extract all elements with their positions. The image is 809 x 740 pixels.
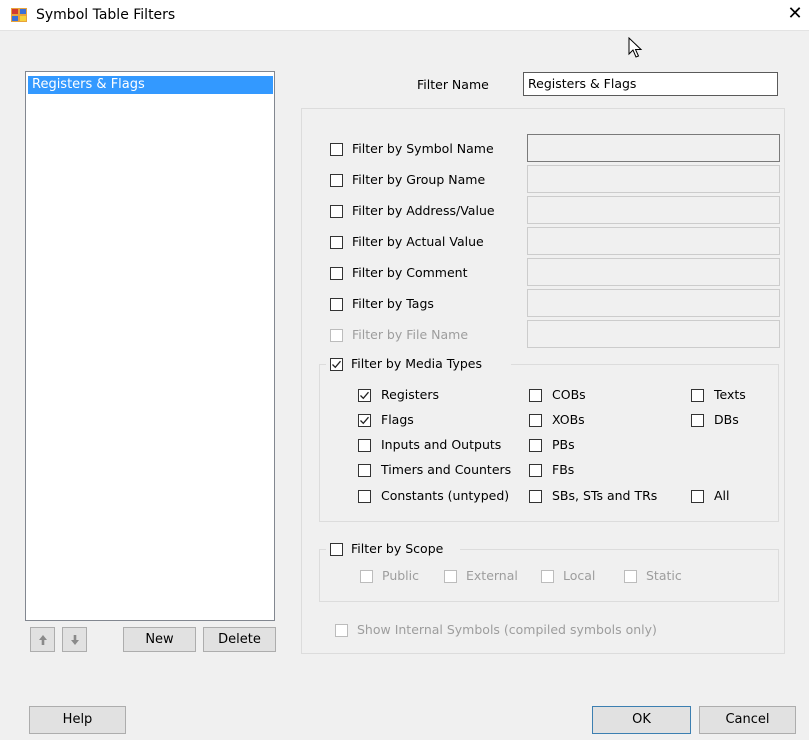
- filter-checkbox[interactable]: [330, 236, 343, 249]
- internal-symbols-label: Show Internal Symbols (compiled symbols …: [357, 622, 657, 637]
- filter-checkbox[interactable]: [330, 298, 343, 311]
- cancel-button[interactable]: Cancel: [699, 706, 796, 734]
- media-constants-label: Constants (untyped): [381, 488, 510, 503]
- scope-public-checkbox[interactable]: [360, 570, 373, 583]
- media-pbs-checkbox[interactable]: [529, 439, 542, 452]
- filter-value-input[interactable]: [527, 165, 780, 193]
- scope-public-label: Public: [382, 568, 419, 583]
- filter-list[interactable]: Registers & Flags: [25, 71, 275, 621]
- media-constants-checkbox[interactable]: [358, 490, 371, 503]
- filter-checkbox[interactable]: [330, 267, 343, 280]
- filter-label: Filter by Address/Value: [352, 203, 495, 218]
- scope-label: Filter by Scope: [351, 541, 444, 556]
- media-timers-label: Timers and Counters: [381, 462, 512, 477]
- filter-checkbox[interactable]: [330, 329, 343, 342]
- media-fbs-label: FBs: [552, 462, 575, 477]
- filter-checkbox[interactable]: [330, 174, 343, 187]
- filter-value-input[interactable]: [527, 320, 780, 348]
- filter-value-input[interactable]: [527, 196, 780, 224]
- media-xobs-checkbox[interactable]: [529, 414, 542, 427]
- arrow-up-icon: [38, 635, 47, 645]
- mouse-cursor-icon: [628, 36, 644, 59]
- scope-local-label: Local: [563, 568, 596, 583]
- scope-static-label: Static: [646, 568, 682, 583]
- scope-checkbox[interactable]: [330, 543, 343, 556]
- filter-value-input[interactable]: [527, 289, 780, 317]
- media-io-label: Inputs and Outputs: [381, 437, 502, 452]
- media-timers-checkbox[interactable]: [358, 464, 371, 477]
- filter-value-input[interactable]: [527, 134, 780, 162]
- app-icon: [11, 8, 27, 22]
- media-cobs-label: COBs: [552, 387, 586, 402]
- media-all-checkbox[interactable]: [691, 490, 704, 503]
- checkmark-icon: [360, 391, 369, 400]
- media-sbs-label: SBs, STs and TRs: [552, 488, 658, 503]
- filter-checkbox[interactable]: [330, 205, 343, 218]
- checkmark-icon: [332, 360, 341, 369]
- media-fbs-checkbox[interactable]: [529, 464, 542, 477]
- window-title: Symbol Table Filters: [36, 7, 176, 23]
- internal-symbols-checkbox[interactable]: [335, 624, 348, 637]
- checkmark-icon: [360, 416, 369, 425]
- move-up-button[interactable]: [30, 627, 55, 652]
- media-flags-checkbox[interactable]: [358, 414, 371, 427]
- media-cobs-checkbox[interactable]: [529, 389, 542, 402]
- arrow-down-icon: [70, 635, 79, 645]
- move-down-button[interactable]: [62, 627, 87, 652]
- new-button[interactable]: New: [123, 627, 196, 652]
- media-registers-checkbox[interactable]: [358, 389, 371, 402]
- media-types-checkbox[interactable]: [330, 358, 343, 371]
- media-dbs-label: DBs: [714, 412, 739, 427]
- media-registers-label: Registers: [381, 387, 439, 402]
- delete-button[interactable]: Delete: [203, 627, 276, 652]
- media-texts-checkbox[interactable]: [691, 389, 704, 402]
- media-dbs-checkbox[interactable]: [691, 414, 704, 427]
- scope-external-checkbox[interactable]: [444, 570, 457, 583]
- filter-label: Filter by Actual Value: [352, 234, 484, 249]
- media-xobs-label: XOBs: [552, 412, 585, 427]
- media-pbs-label: PBs: [552, 437, 575, 452]
- media-all-label: All: [714, 488, 730, 503]
- filter-label: Filter by Group Name: [352, 172, 486, 187]
- media-types-label: Filter by Media Types: [351, 356, 482, 371]
- filter-value-input[interactable]: [527, 258, 780, 286]
- filter-label: Filter by Comment: [352, 265, 468, 280]
- filter-name-label: Filter Name: [417, 77, 489, 92]
- media-texts-label: Texts: [714, 387, 746, 402]
- filter-label: Filter by Symbol Name: [352, 141, 494, 156]
- filter-name-input[interactable]: Registers & Flags: [523, 72, 778, 96]
- scope-static-checkbox[interactable]: [624, 570, 637, 583]
- media-flags-label: Flags: [381, 412, 414, 427]
- scope-external-label: External: [466, 568, 518, 583]
- filter-label: Filter by File Name: [352, 327, 469, 342]
- list-item[interactable]: Registers & Flags: [28, 76, 273, 94]
- ok-button[interactable]: OK: [592, 706, 691, 734]
- close-icon[interactable]: ✕: [784, 3, 806, 25]
- scope-local-checkbox[interactable]: [541, 570, 554, 583]
- filter-label: Filter by Tags: [352, 296, 434, 311]
- media-io-checkbox[interactable]: [358, 439, 371, 452]
- help-button[interactable]: Help: [29, 706, 126, 734]
- filter-checkbox[interactable]: [330, 143, 343, 156]
- filter-value-input[interactable]: [527, 227, 780, 255]
- media-sbs-checkbox[interactable]: [529, 490, 542, 503]
